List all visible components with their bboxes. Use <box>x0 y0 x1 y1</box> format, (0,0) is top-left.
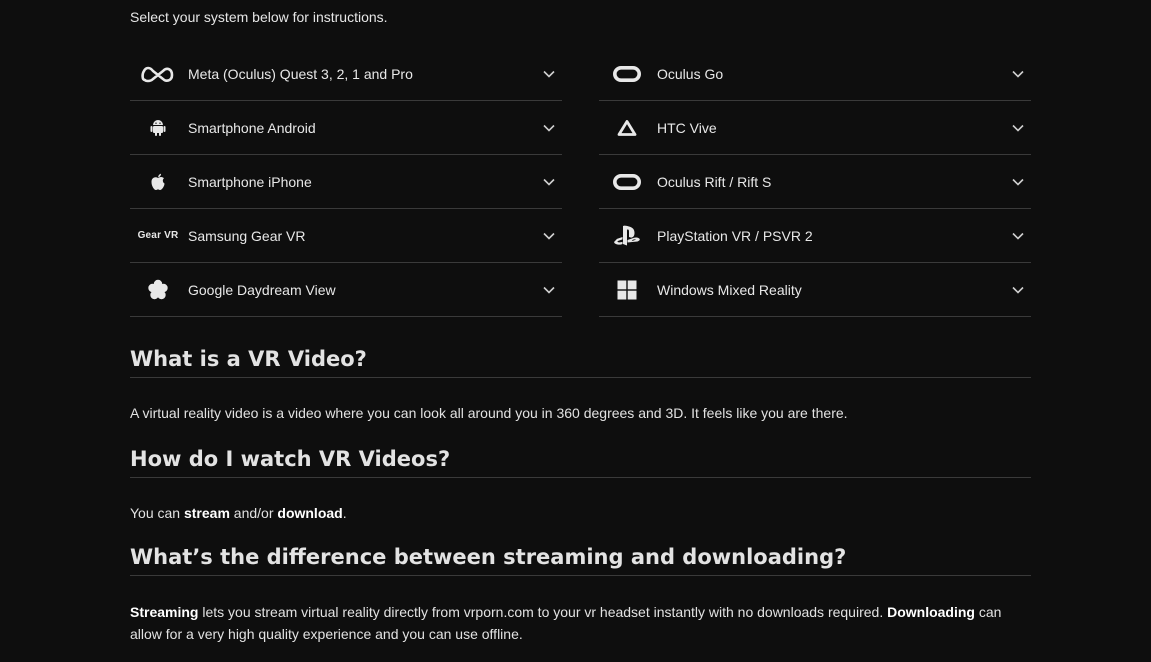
text-fragment: You can <box>130 505 184 521</box>
system-item-oculus-go[interactable]: Oculus Go <box>599 47 1031 101</box>
system-item-label: Windows Mixed Reality <box>657 281 802 298</box>
daydream-icon <box>138 275 178 305</box>
gear-vr-logo-icon: Gear VR <box>137 221 179 251</box>
htc-vive-icon <box>607 113 647 143</box>
system-item-windows-mr[interactable]: Windows Mixed Reality <box>599 263 1031 317</box>
system-item-daydream[interactable]: Google Daydream View <box>130 263 562 317</box>
system-item-htc-vive[interactable]: HTC Vive <box>599 101 1031 155</box>
oculus-icon <box>607 167 647 197</box>
faq-title-difference: What’s the difference between streaming … <box>130 545 1031 576</box>
system-item-iphone[interactable]: Smartphone iPhone <box>130 155 562 209</box>
chevron-down-icon <box>1011 121 1025 135</box>
system-item-label: Meta (Oculus) Quest 3, 2, 1 and Pro <box>188 65 413 82</box>
gear-vr-logo-text: Gear VR <box>137 230 179 241</box>
text-fragment: and/or <box>229 505 278 521</box>
system-item-meta-quest[interactable]: Meta (Oculus) Quest 3, 2, 1 and Pro <box>130 47 562 101</box>
system-item-label: Smartphone Android <box>188 119 316 136</box>
chevron-down-icon <box>542 175 556 189</box>
system-item-label: Samsung Gear VR <box>188 227 306 244</box>
chevron-down-icon <box>542 229 556 243</box>
system-selector-grid: Meta (Oculus) Quest 3, 2, 1 and Pro Smar… <box>130 47 1031 317</box>
chevron-down-icon <box>542 121 556 135</box>
playstation-icon <box>607 221 647 251</box>
system-item-label: Smartphone iPhone <box>188 173 312 190</box>
faq-answer-difference: Streaming lets you stream virtual realit… <box>130 601 1031 645</box>
system-item-label: Google Daydream View <box>188 281 336 298</box>
android-icon <box>138 113 178 143</box>
system-column-left: Meta (Oculus) Quest 3, 2, 1 and Pro Smar… <box>130 47 562 317</box>
page: Select your system below for instruction… <box>0 0 1151 662</box>
system-item-playstation-vr[interactable]: PlayStation VR / PSVR 2 <box>599 209 1031 263</box>
system-item-oculus-rift[interactable]: Oculus Rift / Rift S <box>599 155 1031 209</box>
chevron-down-icon <box>542 283 556 297</box>
bold-downloading: Downloading <box>887 604 975 620</box>
system-item-gear-vr[interactable]: Gear VR Samsung Gear VR <box>130 209 562 263</box>
bold-stream: stream <box>183 505 230 521</box>
system-item-android[interactable]: Smartphone Android <box>130 101 562 155</box>
oculus-icon <box>607 59 647 89</box>
chevron-down-icon <box>1011 229 1025 243</box>
system-item-label: HTC Vive <box>657 119 717 136</box>
chevron-down-icon <box>542 67 556 81</box>
chevron-down-icon <box>1011 283 1025 297</box>
apple-icon <box>138 167 178 197</box>
system-item-label: Oculus Go <box>657 65 724 82</box>
system-column-right: Oculus Go HTC Vive Oculus Rift / Rift S … <box>599 47 1031 317</box>
text-fragment: lets you stream virtual reality directly… <box>198 604 888 620</box>
faq-title-how-to-watch: How do I watch VR Videos? <box>130 447 1031 478</box>
intro-text: Select your system below for instruction… <box>130 9 388 25</box>
text-fragment: . <box>342 505 347 521</box>
bold-download: download <box>277 505 343 521</box>
system-item-label: Oculus Rift / Rift S <box>657 173 772 190</box>
meta-logo-icon <box>138 59 178 89</box>
system-item-label: PlayStation VR / PSVR 2 <box>657 227 813 244</box>
chevron-down-icon <box>1011 67 1025 81</box>
faq-title-what-is-vr: What is a VR Video? <box>130 347 1031 378</box>
chevron-down-icon <box>1011 175 1025 189</box>
faq-answer-what-is-vr: A virtual reality video is a video where… <box>130 405 848 421</box>
windows-icon <box>607 275 647 305</box>
bold-streaming: Streaming <box>130 604 199 620</box>
faq-answer-how-to-watch: You can stream and/or download. <box>130 502 1031 524</box>
